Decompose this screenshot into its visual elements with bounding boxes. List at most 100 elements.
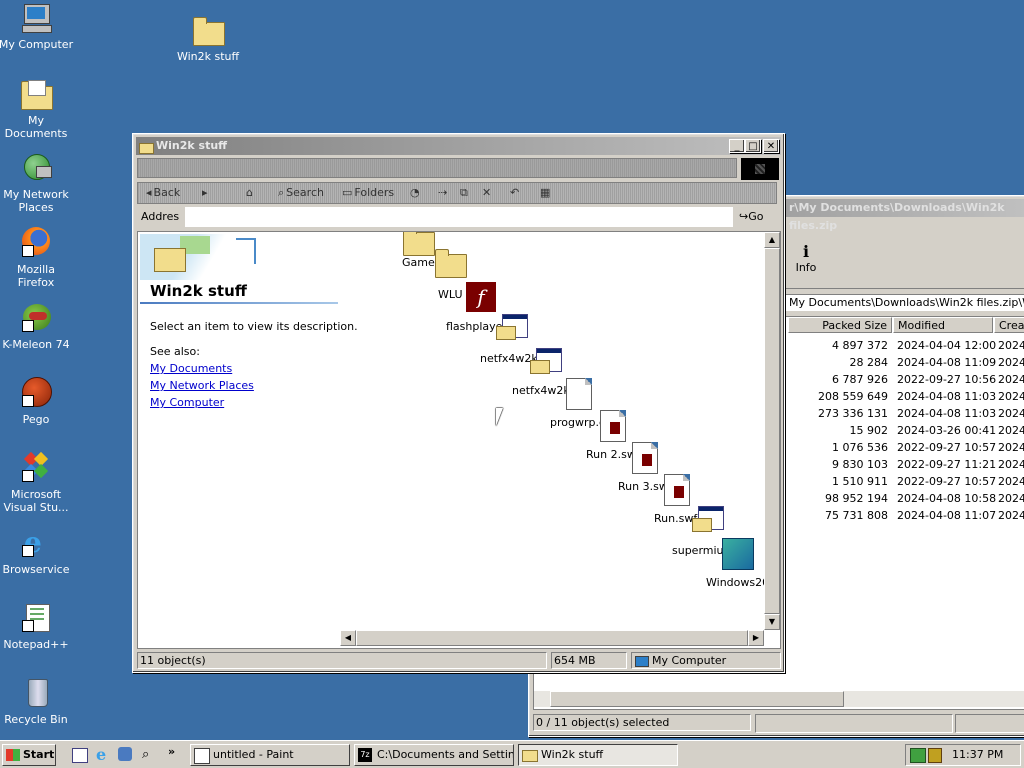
scroll-right-button[interactable]: ▶ xyxy=(748,630,764,646)
taskbar-button-archive[interactable]: 7z C:\Documents and Settin... xyxy=(354,744,514,766)
address-label: Addres xyxy=(141,210,180,223)
desktop-icon-my-documents[interactable]: My Documents xyxy=(0,78,74,140)
go-button[interactable]: ↪Go xyxy=(739,209,775,225)
scroll-thumb[interactable] xyxy=(356,630,748,646)
search-icon[interactable]: ⌕ xyxy=(142,747,149,762)
undo-icon[interactable]: ↶ xyxy=(510,183,519,203)
move-to-icon[interactable]: ⇢ xyxy=(438,183,447,203)
maximize-button[interactable]: □ xyxy=(745,139,761,153)
archive-horizontal-scrollbar[interactable] xyxy=(534,691,1024,707)
desktop-icon-visual-studio[interactable]: ↗ Microsoft Visual Stu... xyxy=(0,451,74,514)
status-zone-label: My Computer xyxy=(652,654,727,667)
desktop-icon-label: Browservice xyxy=(2,563,70,576)
windows-logo-throbber xyxy=(741,158,779,180)
see-also-label: See also: xyxy=(150,345,200,358)
status-panel xyxy=(955,714,1024,733)
paint-icon xyxy=(194,748,210,764)
documents-folder-icon xyxy=(20,78,53,110)
packed-size-cell: 1 510 911 xyxy=(832,475,888,488)
minimize-button[interactable]: _ xyxy=(729,139,745,153)
created-cell: 2024- xyxy=(998,356,1024,369)
address-input[interactable] xyxy=(185,207,733,227)
desktop-icon-my-computer[interactable]: My Computer xyxy=(0,2,74,51)
visual-studio-icon: ↗ xyxy=(20,451,52,484)
back-button[interactable]: ◂ Back xyxy=(146,183,180,203)
start-button[interactable]: Start xyxy=(2,744,56,766)
chameleon-icon: ↗ xyxy=(20,302,52,334)
scroll-thumb[interactable] xyxy=(764,248,780,614)
desktop-icon-k-meleon[interactable]: ↗ K-Meleon 74 xyxy=(0,302,74,351)
vertical-scrollbar[interactable]: ▲ ▼ xyxy=(764,232,780,630)
packed-size-cell: 208 559 649 xyxy=(818,390,888,403)
explorer-titlebar[interactable]: Win2k stuff _ □ ✕ xyxy=(136,137,781,155)
desktop-folder-win2k-stuff[interactable]: Win2k stuff xyxy=(170,14,246,63)
status-size: 654 MB xyxy=(551,652,627,669)
status-object-count: 11 object(s) xyxy=(137,652,547,669)
modified-cell: 2022-09-27 11:21 xyxy=(897,458,997,471)
folders-button[interactable]: ▭ Folders xyxy=(342,183,394,203)
folder-icon xyxy=(139,139,154,154)
packed-size-cell: 1 076 536 xyxy=(832,441,888,454)
link-my-documents[interactable]: My Documents xyxy=(150,362,254,375)
chevron-icon[interactable]: » xyxy=(168,745,175,758)
link-my-network-places[interactable]: My Network Places xyxy=(150,379,254,392)
desktop-icon-firefox[interactable]: ↗ Mozilla Firefox xyxy=(0,227,74,289)
search-button[interactable]: ⌕ Search xyxy=(278,183,324,203)
system-tray: 11:37 PM xyxy=(905,744,1021,766)
up-folder-icon[interactable]: ⌂ xyxy=(246,183,253,203)
desktop-icon-browservice[interactable]: e ↗ Browservice xyxy=(0,527,74,577)
forward-button[interactable]: ▸ xyxy=(202,183,208,203)
copy-to-icon[interactable]: ⧉ xyxy=(460,183,468,203)
network-icon[interactable] xyxy=(910,748,926,763)
desktop-icon-label: Microsoft Visual Stu... xyxy=(3,488,69,514)
archive-address-bar[interactable]: My Documents\Downloads\Win2k files.zip\W… xyxy=(785,294,1024,311)
desktop-icon-label: My Computer xyxy=(0,38,74,51)
see-also-links: My Documents My Network Places My Comput… xyxy=(150,362,254,413)
desktop-icon-recycle-bin[interactable]: Recycle Bin xyxy=(0,677,74,726)
modified-cell: 2022-09-27 10:57 xyxy=(897,475,997,488)
clock[interactable]: 11:37 PM xyxy=(952,745,1003,765)
status-zone: My Computer xyxy=(631,652,781,669)
show-desktop-icon[interactable] xyxy=(72,748,88,763)
column-header-packed-size[interactable]: Packed Size xyxy=(788,317,892,333)
history-icon[interactable]: ◔ xyxy=(410,183,420,203)
scroll-thumb[interactable] xyxy=(550,691,844,707)
menu-bar[interactable] xyxy=(137,158,737,178)
panel-divider xyxy=(140,302,338,304)
views-icon[interactable]: ▦ xyxy=(540,183,550,203)
back-label: Back xyxy=(153,186,181,199)
modified-cell: 2024-04-08 11:03 xyxy=(897,390,997,403)
scroll-left-button[interactable]: ◀ xyxy=(340,630,356,646)
volume-icon[interactable] xyxy=(928,748,942,763)
created-cell: 2024- xyxy=(998,458,1024,471)
computer-icon xyxy=(635,656,649,667)
column-header-created[interactable]: Creat xyxy=(994,317,1024,333)
scroll-up-button[interactable]: ▲ xyxy=(764,232,780,248)
folders-label: Folders xyxy=(354,186,395,199)
desktop-icon-pego[interactable]: ↗ Pego xyxy=(0,377,74,426)
column-header-modified[interactable]: Modified xyxy=(893,317,993,333)
folder-view[interactable]: Win2k stuff Select an item to view its d… xyxy=(137,231,781,649)
outlook-icon[interactable] xyxy=(118,747,132,761)
go-label: Go xyxy=(748,210,764,223)
horizontal-scrollbar[interactable]: ◀ ▶ xyxy=(340,630,764,646)
search-label: Search xyxy=(286,186,324,199)
close-button[interactable]: ✕ xyxy=(763,139,779,153)
packed-size-cell: 15 902 xyxy=(849,424,889,437)
explorer-window[interactable]: Win2k stuff _ □ ✕ ◂ Back ▸ ⌂ ⌕ Search ▭ Fol… xyxy=(132,133,785,673)
taskbar-button-paint[interactable]: untitled - Paint xyxy=(190,744,350,766)
delete-icon[interactable]: ✕ xyxy=(482,183,491,203)
link-my-computer[interactable]: My Computer xyxy=(150,396,254,409)
task-label: C:\Documents and Settin... xyxy=(377,748,514,761)
desktop-icon-network-places[interactable]: My Network Places xyxy=(0,152,74,214)
packed-size-cell: 4 897 372 xyxy=(832,339,888,352)
notepad-plus-plus-icon: ↗ xyxy=(20,602,52,634)
internet-explorer-icon[interactable]: e xyxy=(96,745,106,764)
packed-size-cell: 98 952 194 xyxy=(825,492,888,505)
desktop-icon-notepad-plus-plus[interactable]: ↗ Notepad++ xyxy=(0,602,74,651)
taskbar-button-win2k-stuff[interactable]: Win2k stuff xyxy=(518,744,678,766)
explorer-status-bar: 11 object(s) 654 MB My Computer xyxy=(137,652,781,670)
info-label: Info xyxy=(795,261,817,274)
scroll-down-button[interactable]: ▼ xyxy=(764,614,780,630)
info-button[interactable]: i Info xyxy=(789,242,823,282)
